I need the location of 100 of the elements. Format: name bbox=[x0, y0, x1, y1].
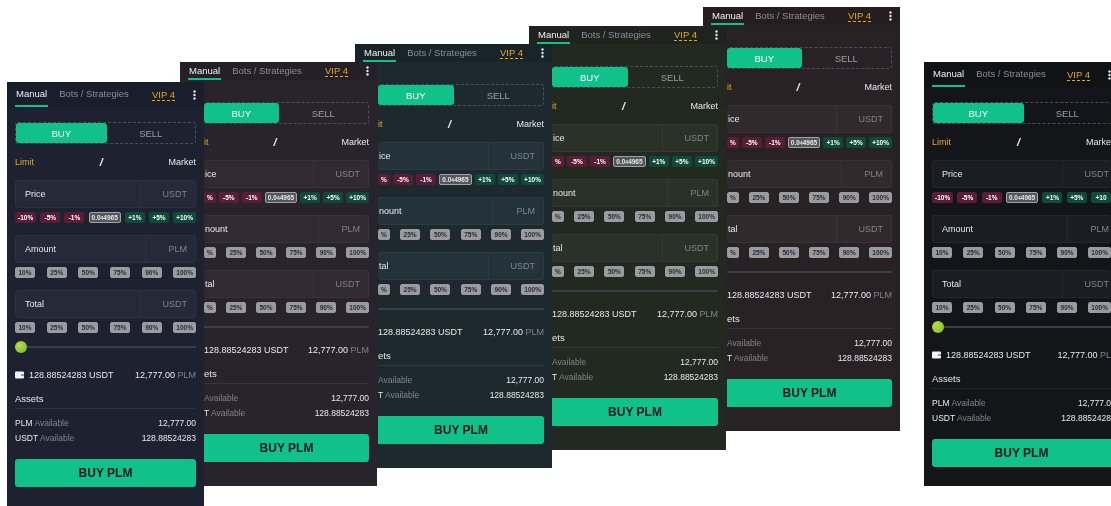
field-label: Amount bbox=[24, 244, 57, 254]
order-type-tab[interactable]: Market bbox=[516, 119, 544, 129]
tab[interactable]: Bots / Strategies bbox=[231, 62, 303, 80]
input-field[interactable]: Total USDT bbox=[15, 290, 196, 318]
slider-thumb[interactable] bbox=[932, 321, 944, 333]
input-field[interactable]: nount PLM bbox=[204, 215, 369, 243]
field-label: Price bbox=[941, 169, 963, 179]
side-tab[interactable]: SELL bbox=[106, 123, 195, 143]
tab[interactable]: Bots / Strategies bbox=[754, 7, 826, 25]
order-type-tab[interactable]: Market bbox=[341, 137, 369, 147]
asset-value: 128.88524283 bbox=[141, 433, 196, 443]
unit-label: USDT bbox=[139, 181, 195, 207]
vip-link[interactable]: VIP 4 bbox=[499, 47, 523, 59]
separator-text: / bbox=[621, 100, 625, 112]
side-tab[interactable]: SELL bbox=[278, 103, 368, 123]
vip-link[interactable]: VIP 4 bbox=[1066, 68, 1090, 81]
tab[interactable]: Manual bbox=[537, 26, 571, 44]
field-label: nount bbox=[727, 169, 751, 179]
tab[interactable]: Manual bbox=[711, 7, 745, 25]
asset-value: 12,777.00 bbox=[854, 338, 892, 348]
buy-button[interactable]: BUY PLM bbox=[552, 398, 718, 426]
order-type-tab[interactable]: it bbox=[727, 82, 732, 92]
asset-value: 12,777.00 bbox=[331, 393, 369, 403]
order-type-tab[interactable]: Market bbox=[864, 82, 892, 92]
unit-label: USDT bbox=[487, 253, 543, 279]
asset-value: 12,777.00 bbox=[158, 418, 196, 428]
unit-label: USDT bbox=[661, 235, 717, 261]
tab[interactable]: Bots / Strategies bbox=[406, 44, 478, 62]
input-field[interactable]: nount PLM bbox=[552, 179, 718, 207]
vip-link[interactable]: VIP 4 bbox=[324, 65, 348, 77]
more-icon[interactable] bbox=[541, 48, 544, 58]
order-type-tab[interactable]: it bbox=[552, 101, 557, 111]
tab[interactable]: Bots / Strategies bbox=[580, 26, 652, 44]
more-icon[interactable] bbox=[715, 30, 718, 40]
side-tab[interactable]: SELL bbox=[453, 85, 543, 105]
input-field[interactable]: nount PLM bbox=[727, 160, 892, 188]
unit-label: PLM bbox=[667, 180, 717, 206]
input-field[interactable]: tal USDT bbox=[378, 252, 544, 280]
input-field[interactable]: Price USDT bbox=[15, 180, 196, 208]
asset-label: T Available bbox=[378, 390, 420, 400]
more-icon[interactable] bbox=[1108, 69, 1111, 80]
balance-amount: 12,777.00 PLM bbox=[656, 309, 718, 319]
order-type-tab[interactable]: Marke bbox=[1086, 137, 1111, 147]
input-field[interactable]: Amount PLM bbox=[15, 235, 196, 263]
balance-amount: 12,777.00 PLM bbox=[830, 290, 892, 300]
separator-text: / bbox=[273, 136, 277, 148]
more-icon[interactable] bbox=[889, 11, 892, 21]
buy-button[interactable]: BUY PLM bbox=[204, 434, 369, 462]
order-type-tab[interactable]: Limit bbox=[932, 137, 951, 147]
balance-text: 128.88524283 USDT bbox=[204, 345, 289, 355]
balance-amount: 12,777.00 PLM bbox=[482, 327, 544, 337]
wallet-icon bbox=[932, 351, 941, 359]
side-tab[interactable]: SELL bbox=[1023, 103, 1111, 123]
buy-button[interactable]: BUY PLM bbox=[932, 439, 1111, 467]
balance-text: 128.88524283 USDT bbox=[552, 309, 637, 319]
slider-thumb[interactable] bbox=[15, 341, 27, 353]
order-type-tab[interactable]: Limit bbox=[15, 157, 34, 167]
tab[interactable]: Bots / Strategies bbox=[58, 82, 130, 107]
input-field[interactable]: tal USDT bbox=[204, 270, 369, 298]
separator-text: / bbox=[796, 81, 800, 93]
input-field[interactable]: Price USDT bbox=[932, 160, 1111, 188]
input-field[interactable]: ice USDT bbox=[552, 124, 718, 152]
input-field[interactable]: ice USDT bbox=[727, 105, 892, 133]
input-field[interactable]: ice USDT bbox=[378, 142, 544, 170]
vip-link[interactable]: VIP 4 bbox=[673, 29, 697, 41]
tab[interactable]: Manual bbox=[188, 62, 222, 80]
tab[interactable]: Bots / Strategies bbox=[975, 62, 1047, 87]
order-type-tab[interactable]: Market bbox=[168, 157, 196, 167]
input-field[interactable]: Amount PLM bbox=[932, 215, 1111, 243]
buy-button[interactable]: BUY PLM bbox=[727, 379, 892, 407]
order-type-tab[interactable]: Market bbox=[690, 101, 718, 111]
order-type-tab[interactable]: it bbox=[378, 119, 383, 129]
field-label: tal bbox=[204, 279, 215, 289]
balance-text: 128.88524283 USDT bbox=[29, 370, 114, 380]
buy-button[interactable]: BUY PLM bbox=[15, 459, 196, 487]
buy-button[interactable]: BUY PLM bbox=[378, 416, 544, 444]
input-field[interactable]: Total USDT bbox=[932, 270, 1111, 298]
input-field[interactable]: ice USDT bbox=[204, 160, 369, 188]
tab[interactable]: Manual bbox=[15, 82, 49, 107]
asset-value: 128.88524283 bbox=[837, 353, 892, 363]
asset-label: USDT Available bbox=[932, 413, 992, 423]
input-field[interactable]: tal USDT bbox=[552, 234, 718, 262]
side-tab[interactable]: SELL bbox=[627, 67, 717, 87]
unit-label: USDT bbox=[835, 216, 891, 242]
input-field[interactable]: nount PLM bbox=[378, 197, 544, 225]
balance-text: 128.88524283 USDT bbox=[378, 327, 463, 337]
section-title: ets bbox=[378, 349, 392, 361]
asset-value: 12,777.00 bbox=[680, 357, 718, 367]
vip-link[interactable]: VIP 4 bbox=[151, 88, 175, 101]
side-tab[interactable]: SELL bbox=[801, 48, 891, 68]
unit-label: USDT bbox=[312, 161, 368, 187]
more-icon[interactable] bbox=[193, 89, 196, 100]
asset-label: Available bbox=[727, 338, 762, 348]
more-icon[interactable] bbox=[366, 66, 369, 76]
input-field[interactable]: tal USDT bbox=[727, 215, 892, 243]
tab[interactable]: Manual bbox=[363, 44, 397, 62]
vip-link[interactable]: VIP 4 bbox=[847, 10, 871, 22]
order-type-tab[interactable]: it bbox=[204, 137, 209, 147]
tab[interactable]: Manual bbox=[932, 62, 966, 87]
field-label: tal bbox=[727, 224, 738, 234]
